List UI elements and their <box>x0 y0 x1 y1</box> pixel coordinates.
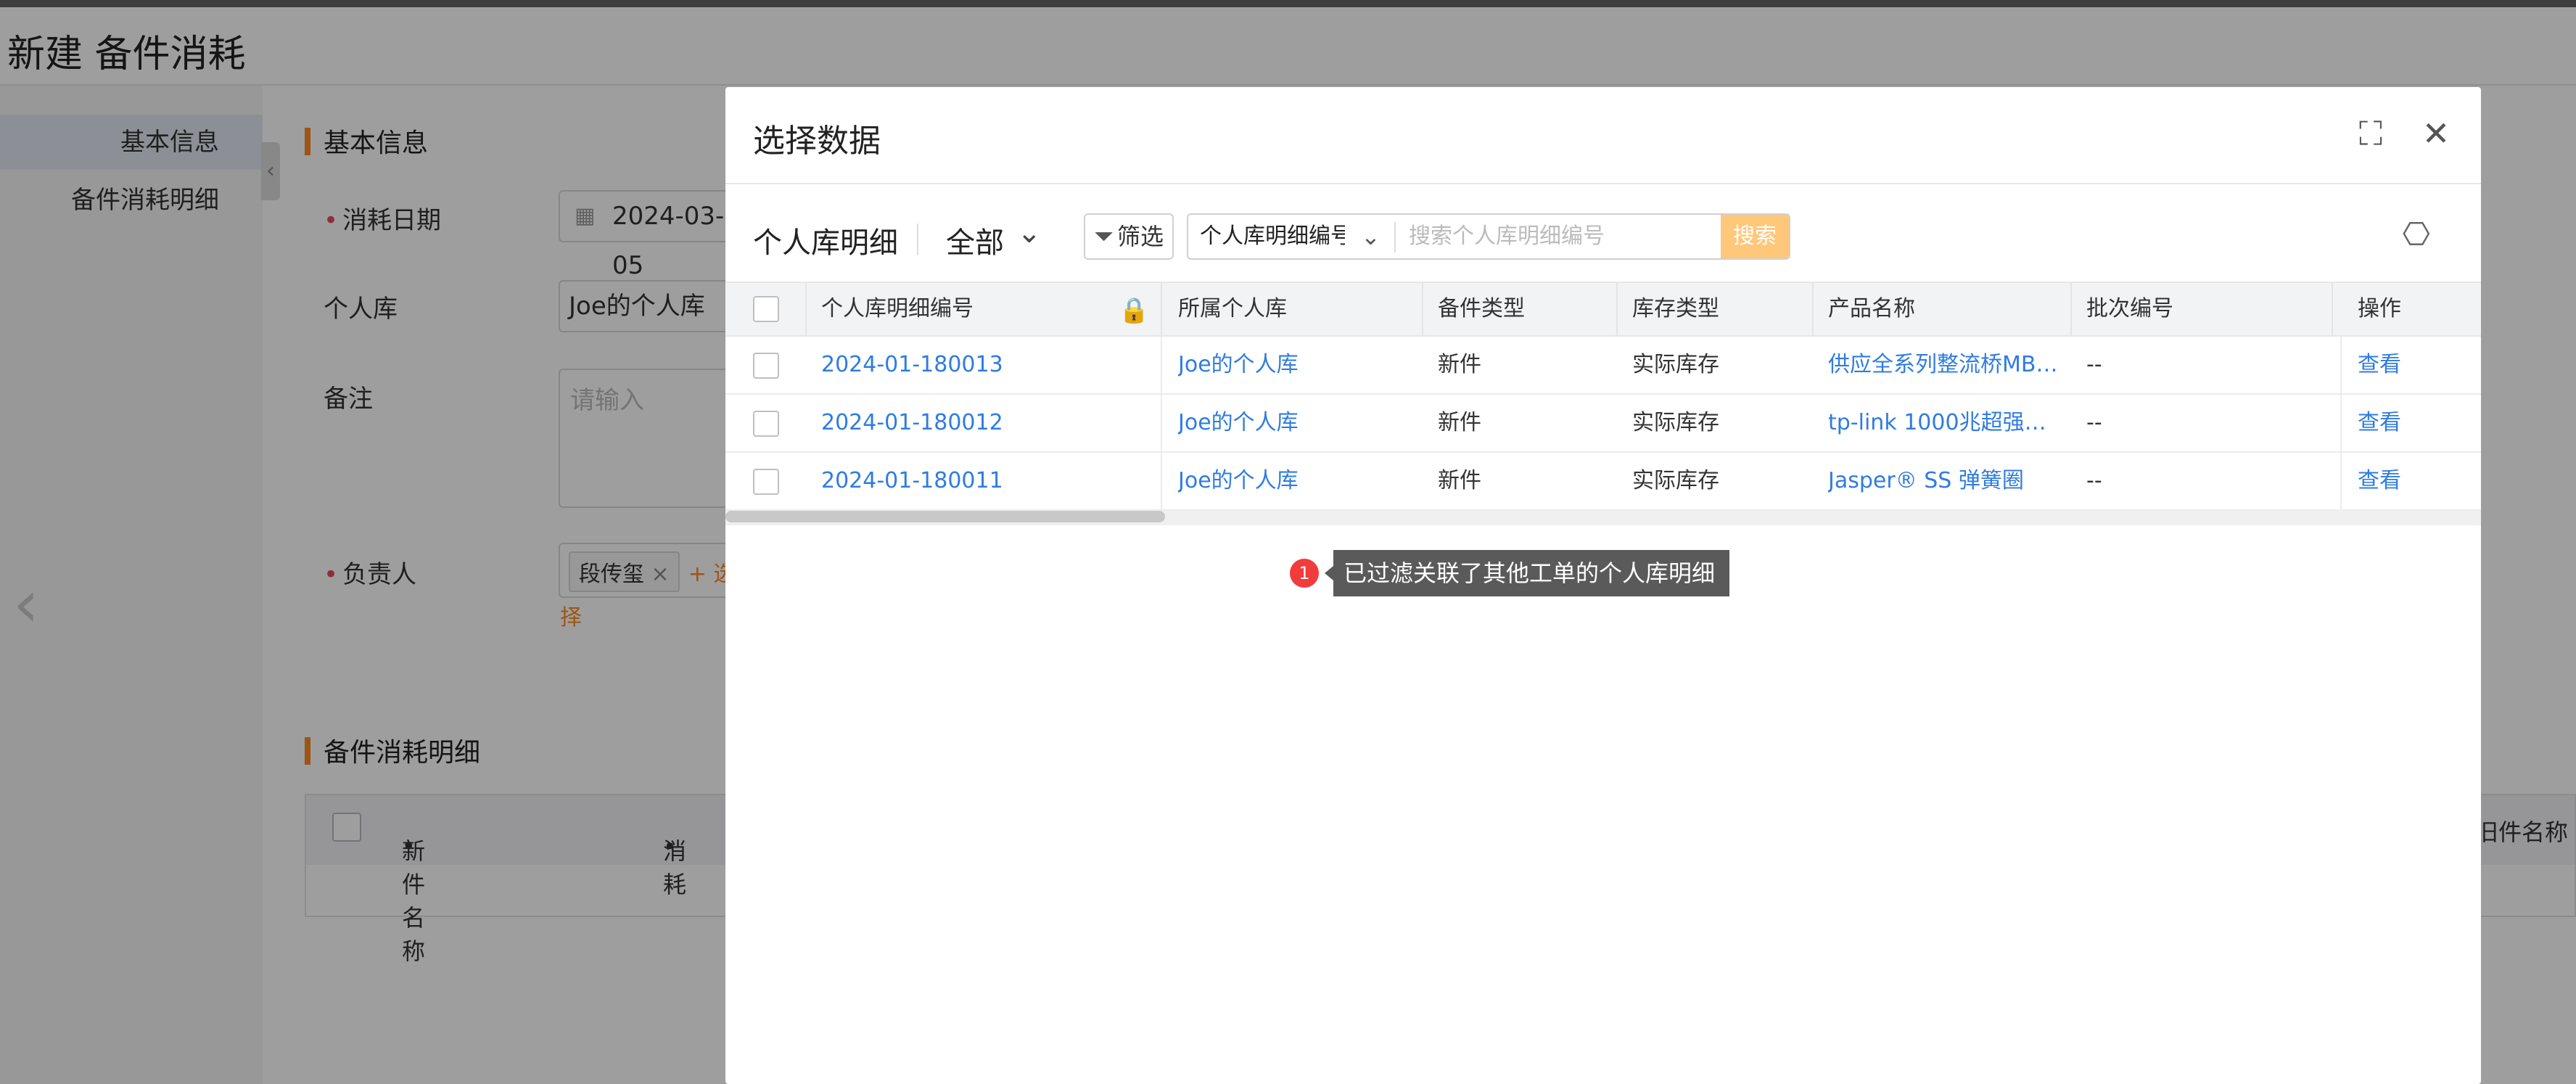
col-product[interactable]: 产品名称 <box>1828 283 1915 338</box>
row-product-link[interactable]: Jasper® SS 弹簧圈 <box>1828 453 2060 511</box>
settings-icon[interactable]: ⎔ <box>2403 216 2430 253</box>
notice-text: 已过滤关联了其他工单的个人库明细 <box>1325 550 1729 596</box>
row-checkbox[interactable] <box>753 353 779 379</box>
close-icon[interactable]: ✕ <box>2416 113 2456 154</box>
list-title: 个人库明细 <box>753 226 898 260</box>
row-checkbox[interactable] <box>753 411 779 437</box>
horizontal-scrollbar[interactable] <box>725 511 2481 525</box>
row-warehouse-link[interactable]: Joe的个人库 <box>1178 337 1410 395</box>
filter-button[interactable]: ⏷ 筛选 <box>1084 213 1174 260</box>
table-header: 个人库明细编号 🔒 所属个人库 备件类型 库存类型 产品名称 批次编号 操作 <box>725 282 2481 338</box>
toolbar-divider <box>917 223 918 255</box>
row-stock-type: 实际库存 <box>1632 468 1719 493</box>
header-separator <box>1812 283 1814 338</box>
search-field-select[interactable]: 个人库明细编号 <box>1200 215 1345 258</box>
top-strip <box>0 0 2576 7</box>
col-code[interactable]: 个人库明细编号 <box>821 283 974 338</box>
view-chevron-down-icon[interactable]: ⌄ <box>1017 216 1042 250</box>
search-box: 个人库明细编号 ⌄ 搜索个人库明细编号 搜索 <box>1187 213 1790 260</box>
fullscreen-icon[interactable]: ⛶ <box>2350 113 2391 154</box>
search-separator <box>1394 222 1396 252</box>
row-batch: -- <box>2086 352 2102 377</box>
row-warehouse-link[interactable]: Joe的个人库 <box>1178 395 1410 453</box>
col-stock-type[interactable]: 库存类型 <box>1632 283 1719 338</box>
search-button[interactable]: 搜索 <box>1721 215 1789 258</box>
row-code-link[interactable]: 2024-01-180013 <box>821 337 1140 395</box>
row-code-link[interactable]: 2024-01-180011 <box>821 453 1140 511</box>
frozen-column-border <box>1161 337 1162 511</box>
row-stock-type: 实际库存 <box>1632 352 1719 377</box>
row-product-link[interactable]: 供应全系列整流桥MB2… <box>1828 337 2060 395</box>
col-warehouse[interactable]: 所属个人库 <box>1178 283 1287 338</box>
row-stock-type: 实际库存 <box>1632 410 1719 435</box>
scrollbar-thumb[interactable] <box>725 511 1165 522</box>
col-action: 操作 <box>2358 296 2401 321</box>
row-batch: -- <box>2086 468 2102 493</box>
search-field-chevron-down-icon[interactable]: ⌄ <box>1361 215 1380 258</box>
select-all-checkbox[interactable] <box>753 296 779 322</box>
modal-toolbar: 个人库明细 全部 ⌄ ⏷ 筛选 个人库明细编号 ⌄ 搜索个人库明细编号 搜索 ⎔ <box>725 210 2481 268</box>
search-input[interactable]: 搜索个人库明细编号 <box>1409 215 1605 258</box>
col-part-type[interactable]: 备件类型 <box>1438 283 1525 338</box>
row-warehouse-link[interactable]: Joe的个人库 <box>1178 453 1410 511</box>
table-row[interactable]: 2024-01-180013 Joe的个人库 新件 实际库存 供应全系列整流桥M… <box>725 337 2481 395</box>
row-checkbox[interactable] <box>753 469 779 495</box>
header-separator <box>2070 283 2072 338</box>
row-view-link[interactable]: 查看 <box>2358 395 2445 453</box>
row-batch: -- <box>2086 410 2102 435</box>
row-part-type: 新件 <box>1438 410 1481 435</box>
header-separator <box>805 283 807 338</box>
header-separator <box>1616 283 1618 338</box>
table-row[interactable]: 2024-01-180011 Joe的个人库 新件 实际库存 Jasper® S… <box>725 453 2481 511</box>
modal-title: 选择数据 <box>753 123 881 160</box>
view-selector[interactable]: 全部 <box>946 219 1004 261</box>
row-part-type: 新件 <box>1438 352 1481 377</box>
row-view-link[interactable]: 查看 <box>2358 453 2445 511</box>
row-product-link[interactable]: tp-link 1000兆超强信… <box>1828 395 2060 453</box>
modal-header: 选择数据 ⛶ ✕ <box>725 87 2481 184</box>
row-part-type: 新件 <box>1438 468 1481 493</box>
table-row[interactable]: 2024-01-180012 Joe的个人库 新件 实际库存 tp-link 1… <box>725 395 2481 453</box>
header-separator <box>1422 283 1423 338</box>
select-data-modal: 选择数据 ⛶ ✕ 个人库明细 全部 ⌄ ⏷ 筛选 个人库明细编号 ⌄ 搜索个人库… <box>725 87 2481 1084</box>
notice-badge: 1 <box>1290 559 1319 588</box>
row-code-link[interactable]: 2024-01-180012 <box>821 395 1140 453</box>
filter-icon: ⏷ <box>1094 222 1114 251</box>
header-separator <box>1161 283 1162 338</box>
row-view-link[interactable]: 查看 <box>2358 337 2445 395</box>
header-separator <box>2332 283 2333 338</box>
frozen-column-border <box>2340 337 2342 511</box>
col-batch[interactable]: 批次编号 <box>2086 283 2173 338</box>
lock-icon: 🔒 <box>1119 296 1150 325</box>
